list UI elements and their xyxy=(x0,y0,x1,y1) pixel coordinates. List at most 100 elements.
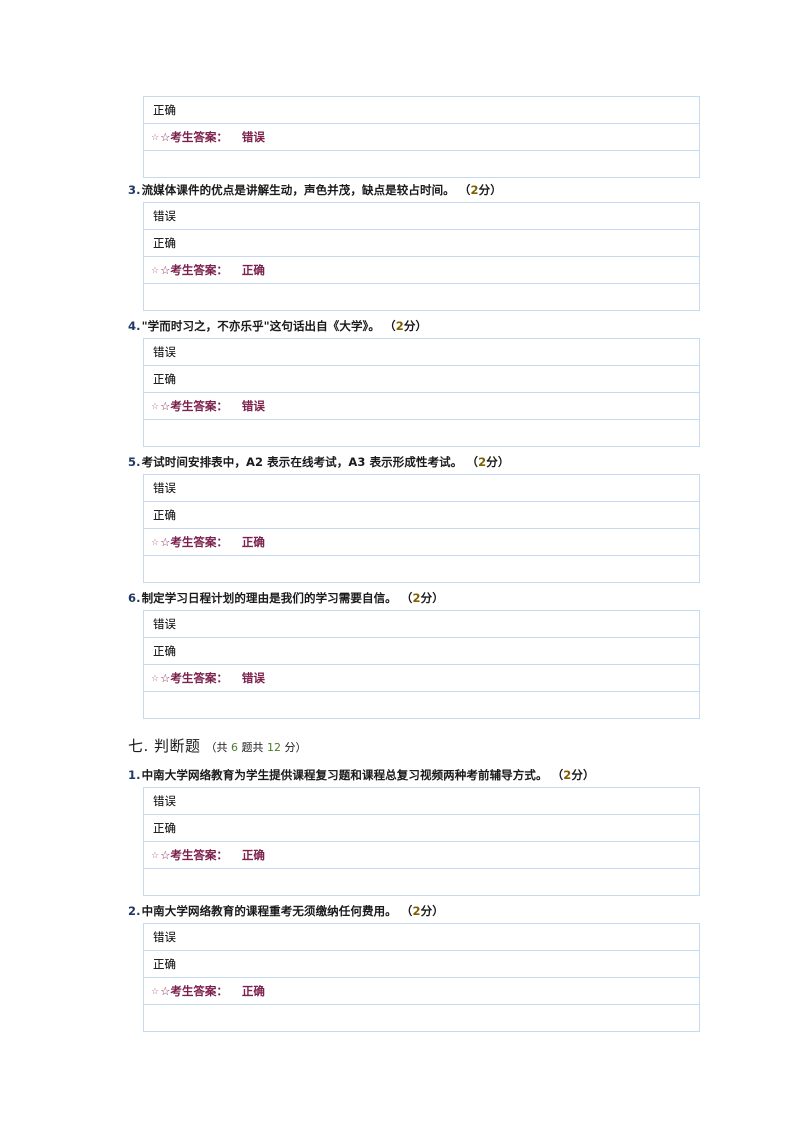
question-body: 考试时间安排表中，A2 表示在线考试，A3 表示形成性考试。 xyxy=(141,455,463,469)
student-answer-value: 正确 xyxy=(241,263,265,277)
star-icon: ☆ xyxy=(151,851,160,861)
student-answer-label: ☆考生答案： xyxy=(160,130,228,144)
question-number: 6. xyxy=(128,591,141,605)
question-body: "学而时习之，不亦乐乎"这句话出自《大学》。 xyxy=(141,319,381,333)
student-answer-value: 正确 xyxy=(241,848,265,862)
blank-cell xyxy=(143,691,700,719)
question-score: （2分） xyxy=(384,319,428,333)
question-block-3: 3.流媒体课件的优点是讲解生动，声色并茂，缺点是较占时间。 （2分） 错误 正确… xyxy=(128,182,700,311)
question-number: 4. xyxy=(128,319,141,333)
blank-cell xyxy=(143,419,700,447)
student-answer-row: ☆☆考生答案： 错误 xyxy=(143,123,700,151)
star-icon: ☆ xyxy=(151,133,160,143)
option-cell[interactable]: 正确 xyxy=(143,814,700,842)
question-text-line: 1.中南大学网络教育为学生提供课程复习题和课程总复习视频两种考前辅导方式。 （2… xyxy=(128,767,700,783)
option-cell[interactable]: 错误 xyxy=(143,923,700,951)
student-answer-label: ☆考生答案： xyxy=(160,263,228,277)
document-page: 正确 ☆☆考生答案： 错误 3.流媒体课件的优点是讲解生动，声色并茂，缺点是较占时… xyxy=(0,0,794,1123)
option-cell[interactable]: 错误 xyxy=(143,474,700,502)
student-answer-value: 错误 xyxy=(241,671,265,685)
carryover-question-table: 正确 ☆☆考生答案： 错误 xyxy=(143,96,700,178)
option-row[interactable]: 错误 xyxy=(143,787,700,815)
option-cell[interactable]: 错误 xyxy=(143,202,700,230)
student-answer-label: ☆考生答案： xyxy=(160,848,228,862)
option-row[interactable]: 正确 xyxy=(143,637,700,665)
blank-row xyxy=(143,150,700,178)
star-icon: ☆ xyxy=(151,674,160,684)
student-answer-cell: ☆☆考生答案： 错误 xyxy=(143,392,700,420)
student-answer-value: 正确 xyxy=(241,984,265,998)
question-score: （2分） xyxy=(551,768,595,782)
question-body: 中南大学网络教育为学生提供课程复习题和课程总复习视频两种考前辅导方式。 xyxy=(141,768,548,782)
star-icon: ☆ xyxy=(151,538,160,548)
student-answer-row: ☆☆考生答案： 正确 xyxy=(143,841,700,869)
blank-row xyxy=(143,283,700,311)
question-score: （2分） xyxy=(400,904,444,918)
option-cell[interactable]: 错误 xyxy=(143,610,700,638)
option-row[interactable]: 正确 xyxy=(143,501,700,529)
student-answer-label: ☆考生答案： xyxy=(160,984,228,998)
student-answer-cell: ☆☆考生答案： 正确 xyxy=(143,977,700,1005)
blank-row xyxy=(143,1004,700,1032)
document-content: 正确 ☆☆考生答案： 错误 3.流媒体课件的优点是讲解生动，声色并茂，缺点是较占时… xyxy=(128,96,700,1039)
option-cell[interactable]: 错误 xyxy=(143,338,700,366)
question-block-4: 4."学而时习之，不亦乐乎"这句话出自《大学》。 （2分） 错误 正确 ☆☆考生… xyxy=(128,318,700,447)
blank-row xyxy=(143,691,700,719)
option-table: 错误 正确 ☆☆考生答案： 正确 xyxy=(143,787,700,896)
student-answer-row: ☆☆考生答案： 错误 xyxy=(143,392,700,420)
section7-question-block-2: 2.中南大学网络教育的课程重考无须缴纳任何费用。 （2分） 错误 正确 ☆☆考生… xyxy=(128,903,700,1032)
student-answer-row: ☆☆考生答案： 正确 xyxy=(143,528,700,556)
blank-row xyxy=(143,419,700,447)
option-row[interactable]: 正确 xyxy=(143,96,700,124)
blank-row xyxy=(143,868,700,896)
option-row[interactable]: 错误 xyxy=(143,202,700,230)
option-table: 错误 正确 ☆☆考生答案： 错误 xyxy=(143,338,700,447)
option-row[interactable]: 错误 xyxy=(143,474,700,502)
blank-cell xyxy=(143,150,700,178)
question-block-6: 6.制定学习日程计划的理由是我们的学习需要自信。 （2分） 错误 正确 ☆☆考生… xyxy=(128,590,700,719)
student-answer-label: ☆考生答案： xyxy=(160,399,228,413)
option-row[interactable]: 错误 xyxy=(143,338,700,366)
question-score: （2分） xyxy=(466,455,510,469)
question-number: 2. xyxy=(128,904,141,918)
option-cell[interactable]: 正确 xyxy=(143,229,700,257)
option-table: 错误 正确 ☆☆考生答案： 正确 xyxy=(143,923,700,1032)
option-cell[interactable]: 正确 xyxy=(143,96,700,124)
option-cell[interactable]: 正确 xyxy=(143,637,700,665)
option-cell[interactable]: 正确 xyxy=(143,365,700,393)
star-icon: ☆ xyxy=(151,402,160,412)
student-answer-cell: ☆☆考生答案： 正确 xyxy=(143,256,700,284)
question-text-line: 6.制定学习日程计划的理由是我们的学习需要自信。 （2分） xyxy=(128,590,700,606)
question-text-line: 2.中南大学网络教育的课程重考无须缴纳任何费用。 （2分） xyxy=(128,903,700,919)
option-row[interactable]: 错误 xyxy=(143,610,700,638)
option-row[interactable]: 正确 xyxy=(143,814,700,842)
option-row[interactable]: 正确 xyxy=(143,950,700,978)
student-answer-value: 正确 xyxy=(241,535,265,549)
question-text-line: 5.考试时间安排表中，A2 表示在线考试，A3 表示形成性考试。 （2分） xyxy=(128,454,700,470)
star-icon: ☆ xyxy=(151,987,160,997)
option-row[interactable]: 正确 xyxy=(143,365,700,393)
student-answer-label: ☆考生答案： xyxy=(160,671,228,685)
option-cell[interactable]: 错误 xyxy=(143,787,700,815)
question-body: 流媒体课件的优点是讲解生动，声色并茂，缺点是较占时间。 xyxy=(141,183,455,197)
option-table: 错误 正确 ☆☆考生答案： 正确 xyxy=(143,202,700,311)
blank-cell xyxy=(143,283,700,311)
question-number: 1. xyxy=(128,768,141,782)
question-score: （2分） xyxy=(400,591,444,605)
option-table: 错误 正确 ☆☆考生答案： 错误 xyxy=(143,610,700,719)
question-text-line: 3.流媒体课件的优点是讲解生动，声色并茂，缺点是较占时间。 （2分） xyxy=(128,182,700,198)
question-text-line: 4."学而时习之，不亦乐乎"这句话出自《大学》。 （2分） xyxy=(128,318,700,334)
option-cell[interactable]: 正确 xyxy=(143,950,700,978)
option-row[interactable]: 错误 xyxy=(143,923,700,951)
star-icon: ☆ xyxy=(151,266,160,276)
section-meta: （共 6 题共 12 分） xyxy=(205,741,307,754)
option-cell[interactable]: 正确 xyxy=(143,501,700,529)
option-row[interactable]: 正确 xyxy=(143,229,700,257)
question-body: 中南大学网络教育的课程重考无须缴纳任何费用。 xyxy=(141,904,397,918)
blank-cell xyxy=(143,555,700,583)
section-heading-seven: 七. 判断题 （共 6 题共 12 分） xyxy=(128,735,700,756)
student-answer-row: ☆☆考生答案： 错误 xyxy=(143,664,700,692)
student-answer-value: 错误 xyxy=(241,399,265,413)
question-body: 制定学习日程计划的理由是我们的学习需要自信。 xyxy=(141,591,397,605)
option-table: 错误 正确 ☆☆考生答案： 正确 xyxy=(143,474,700,583)
